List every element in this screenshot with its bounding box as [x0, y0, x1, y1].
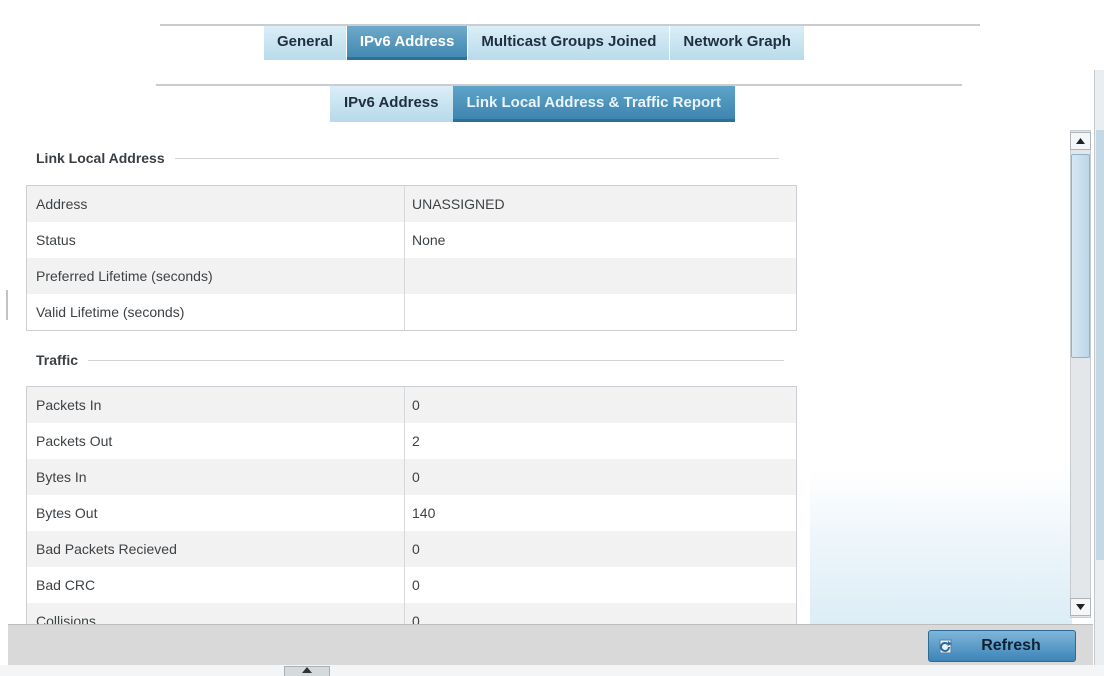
main-tab-bar: General IPv6 Address Multicast Groups Jo… [264, 26, 805, 60]
row-label: Packets Out [27, 423, 405, 459]
tab-multicast-groups-joined[interactable]: Multicast Groups Joined [468, 26, 671, 60]
refresh-button-label: Refresh [981, 637, 1041, 654]
row-value: None [412, 232, 446, 248]
row-value: 0 [412, 577, 420, 593]
traffic-section-title: Traffic [36, 352, 79, 368]
row-value: 0 [412, 397, 420, 413]
table-row: Address UNASSIGNED [27, 186, 796, 222]
row-label: Bad Packets Recieved [27, 531, 405, 567]
table-row: Status None [27, 222, 796, 258]
row-value: 0 [412, 541, 420, 557]
section-divider [88, 359, 785, 361]
table-row: Packets In 0 [27, 387, 796, 423]
row-value: 2 [412, 433, 420, 449]
row-value: 140 [412, 505, 436, 521]
row-value: UNASSIGNED [412, 196, 505, 212]
collapse-handle[interactable] [284, 666, 330, 676]
row-value: 0 [412, 469, 420, 485]
row-label: Packets In [27, 387, 405, 423]
table-row: Bytes In 0 [27, 459, 796, 495]
subtab-ipv6-address[interactable]: IPv6 Address [330, 86, 453, 122]
window-top [0, 0, 1104, 10]
table-row: Bad Packets Recieved 0 [27, 531, 796, 567]
tab-general[interactable]: General [264, 26, 347, 60]
row-label: Bad CRC [27, 567, 405, 603]
traffic-section-header: Traffic [36, 352, 785, 368]
scroll-up-button[interactable] [1070, 132, 1091, 150]
row-label: Status [27, 222, 405, 258]
chevron-up-icon [302, 667, 312, 673]
traffic-table: Packets In 0 Packets Out 2 Bytes In 0 By… [26, 386, 797, 624]
arrow-down-icon [1076, 604, 1085, 610]
link-local-section-title: Link Local Address [36, 150, 165, 166]
page-scrollbar-thumb[interactable] [1096, 130, 1104, 560]
table-row: Bytes Out 140 [27, 495, 796, 531]
table-row: Bad CRC 0 [27, 567, 796, 603]
row-label: Preferred Lifetime (seconds) [27, 258, 405, 294]
row-label: Bytes Out [27, 495, 405, 531]
table-row: Packets Out 2 [27, 423, 796, 459]
arrow-up-icon [1076, 138, 1085, 144]
refresh-icon [939, 639, 952, 654]
bottom-strip [0, 665, 1104, 676]
row-label: Address [27, 186, 405, 222]
link-local-section-header: Link Local Address [36, 150, 779, 166]
scroll-down-button[interactable] [1070, 598, 1091, 616]
link-local-table: Address UNASSIGNED Status None Preferred… [26, 185, 797, 331]
row-label: Bytes In [27, 459, 405, 495]
refresh-button[interactable]: Refresh [928, 630, 1076, 662]
table-row: Valid Lifetime (seconds) [27, 294, 796, 330]
report-content: Link Local Address Address UNASSIGNED St… [0, 130, 1072, 624]
row-label: Valid Lifetime (seconds) [27, 294, 405, 330]
row-value: 0 [412, 613, 420, 624]
section-divider [174, 157, 779, 159]
row-value [405, 258, 796, 294]
table-row: Collisions 0 [27, 603, 796, 624]
table-row: Preferred Lifetime (seconds) [27, 258, 796, 294]
tab-ipv6-address[interactable]: IPv6 Address [346, 26, 469, 60]
tab-network-graph[interactable]: Network Graph [670, 26, 805, 60]
row-label: Collisions [27, 603, 405, 624]
subtab-link-local-traffic-report[interactable]: Link Local Address & Traffic Report [452, 86, 735, 122]
scrollbar-thumb[interactable] [1071, 154, 1090, 358]
sub-tab-bar: IPv6 Address Link Local Address & Traffi… [330, 86, 735, 122]
row-value [405, 294, 796, 330]
background-sheen [810, 470, 1072, 624]
